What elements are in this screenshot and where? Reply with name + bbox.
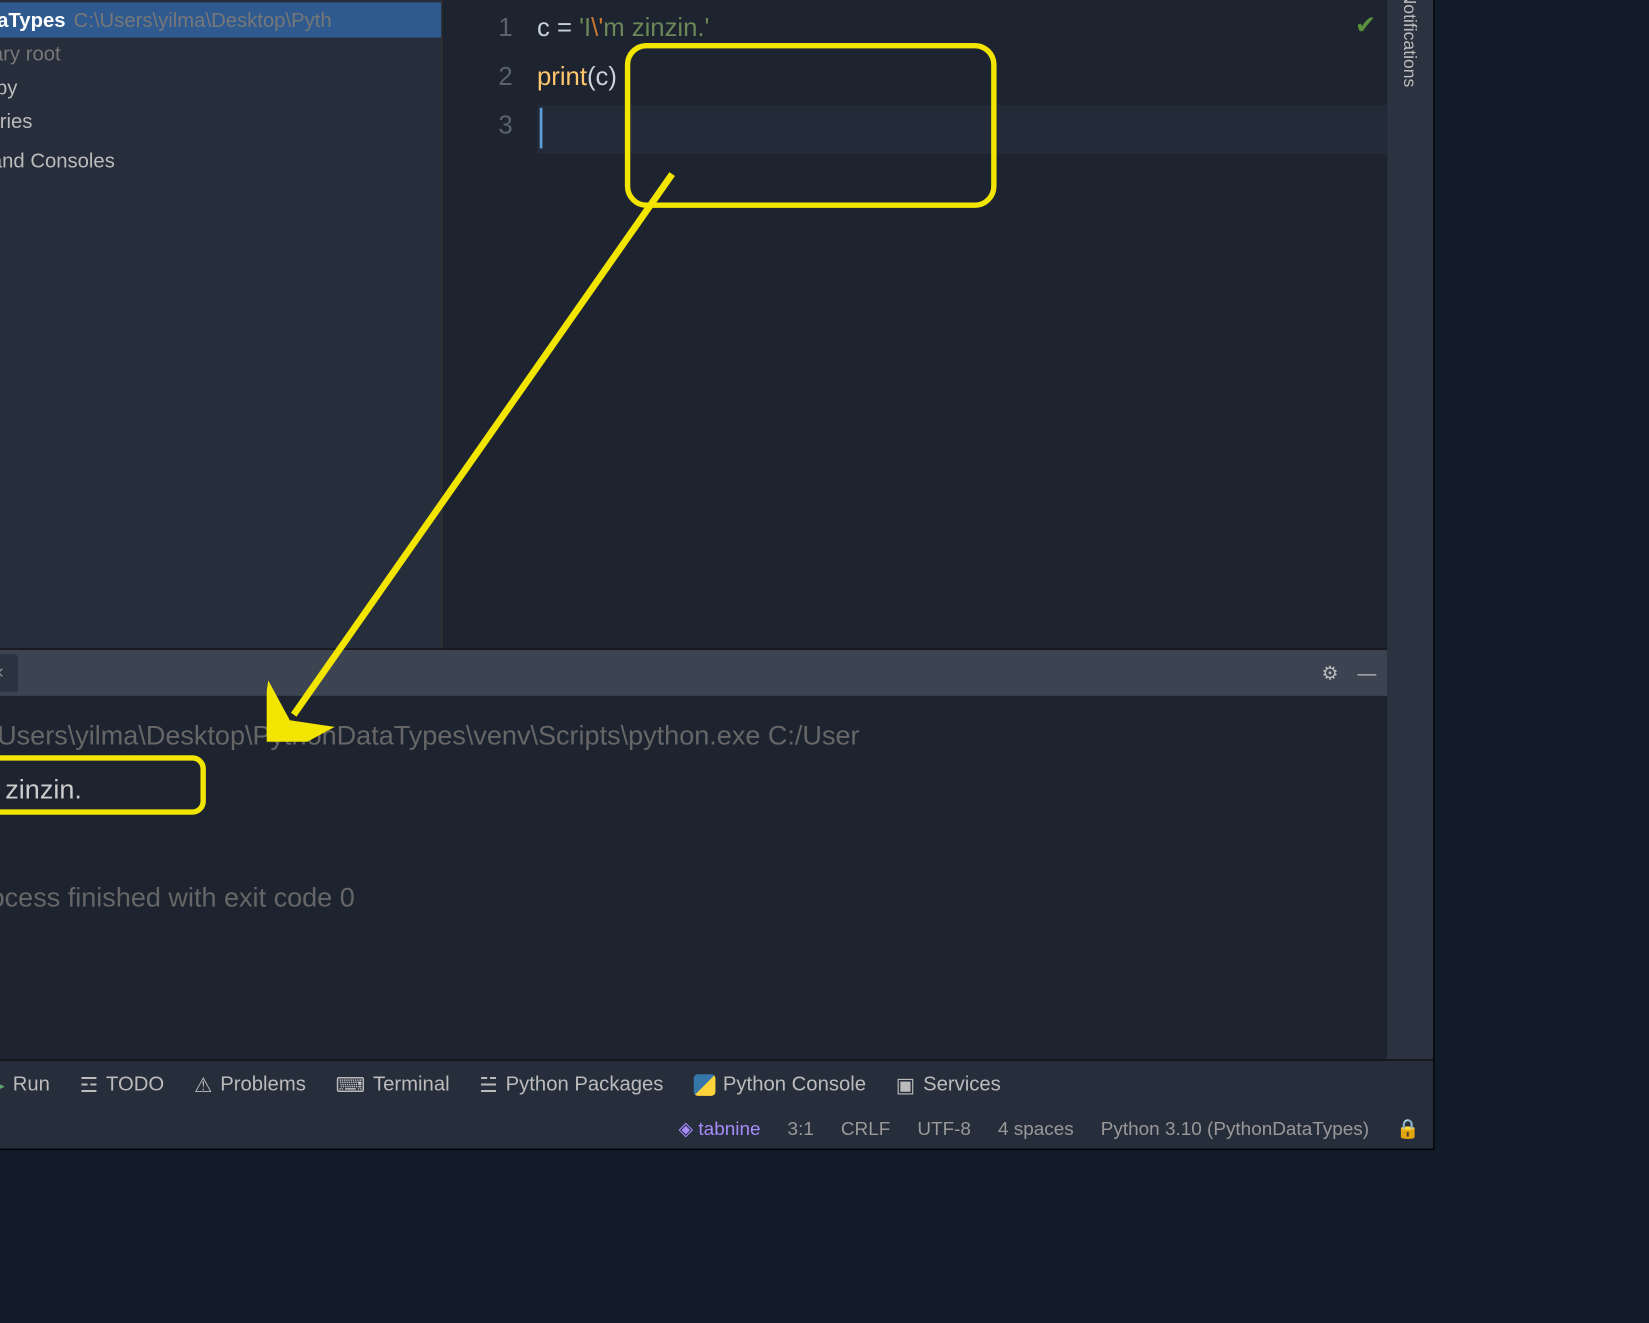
current-line-highlight <box>537 105 1387 154</box>
play-icon: ▶ <box>0 1072 5 1096</box>
line-number[interactable]: 1 <box>442 5 512 54</box>
bottom-tool-bar: ᚶVersion Control ▶Run ☲TODO ⚠Problems ⌨T… <box>0 1059 1433 1108</box>
tree-external-libraries[interactable]: ⫼ External Libraries <box>0 105 441 139</box>
project-tool-window: ▭ Project ⊕ ≡ ≑ ⚙ — ⌄ <box>0 0 441 648</box>
warning-icon: ⚠ <box>194 1072 212 1096</box>
terminal-icon: ⌨ <box>336 1072 365 1096</box>
status-bar: ◫ ◈ tabnine 3:1 CRLF UTF-8 4 spaces Pyth… <box>0 1108 1433 1149</box>
line-separator[interactable]: CRLF <box>841 1117 890 1139</box>
code-line-2[interactable]: print(c) <box>537 54 1387 103</box>
gutter[interactable]: 1 2 3 <box>442 0 537 648</box>
code-editor[interactable]: 1 2 3 c = 'I\'m zinzin.' print(c) <box>441 0 1387 648</box>
tree-venv-node[interactable]: venv library root <box>0 38 441 72</box>
indent-settings[interactable]: 4 spaces <box>998 1117 1074 1139</box>
notifications-tool-tab[interactable]: Notifications <box>1400 0 1420 98</box>
todo-tool[interactable]: ☲TODO <box>80 1072 164 1096</box>
run-settings-icon[interactable]: ⚙ <box>1322 661 1339 684</box>
python-icon <box>693 1074 715 1096</box>
caret-position[interactable]: 3:1 <box>788 1117 814 1139</box>
inspection-ok-icon[interactable]: ✔ <box>1355 11 1377 42</box>
caret <box>540 108 543 149</box>
console-cmd-line: C:\Users\yilma\Desktop\PythonDataTypes\v… <box>0 709 1371 763</box>
venv-hint: library root <box>0 43 61 66</box>
run-tool-window: Run: main ✕ ⚙ — ▶ 🔧 ■ <box>0 648 1387 1059</box>
tree-file-node[interactable]: main.py <box>0 71 441 105</box>
tabnine-widget[interactable]: ◈ tabnine <box>678 1117 760 1140</box>
editor-area: main.py ✕ ⋮ 1 2 3 <box>441 0 1387 648</box>
console-output[interactable]: C:\Users\yilma\Desktop\PythonDataTypes\v… <box>0 696 1387 1060</box>
console-exit-line: Process finished with exit code 0 <box>0 872 1371 926</box>
run-tab-main[interactable]: main ✕ <box>0 654 18 692</box>
hide-run-panel-icon[interactable]: — <box>1357 661 1376 684</box>
line-number[interactable]: 3 <box>442 102 512 151</box>
lock-icon[interactable]: 🔒 <box>1396 1117 1420 1140</box>
code-line-1[interactable]: c = 'I\'m zinzin.' <box>537 5 1387 54</box>
services-icon: ▣ <box>896 1072 915 1096</box>
list-icon: ☲ <box>80 1072 98 1096</box>
python-packages-tool[interactable]: ☱Python Packages <box>479 1072 663 1096</box>
right-tool-strip: 🔔 Notifications <box>1387 0 1433 1059</box>
run-tab-bar: Run: main ✕ ⚙ — <box>0 650 1387 696</box>
python-console-tool[interactable]: Python Console <box>693 1073 866 1096</box>
project-tree[interactable]: ⌄ PythonDataTypes C:\Users\yilma\Desktop… <box>0 0 441 648</box>
code-content[interactable]: c = 'I\'m zinzin.' print(c) <box>537 0 1387 648</box>
problems-tool[interactable]: ⚠Problems <box>194 1072 306 1096</box>
file-encoding[interactable]: UTF-8 <box>917 1117 971 1139</box>
file-label: main.py <box>0 77 17 100</box>
run-tool[interactable]: ▶Run <box>0 1072 50 1096</box>
project-root-label: PythonDataTypes <box>0 9 66 32</box>
terminal-tool[interactable]: ⌨Terminal <box>336 1072 450 1096</box>
console-stdout: I'm zinzin. <box>0 763 1371 817</box>
tree-scratches[interactable]: 🗎 Scratches and Consoles <box>0 139 441 184</box>
tree-root-node[interactable]: ⌄ PythonDataTypes C:\Users\yilma\Desktop… <box>0 2 441 37</box>
line-number[interactable]: 2 <box>442 54 512 103</box>
close-tab-icon[interactable]: ✕ <box>0 664 5 682</box>
project-root-path: C:\Users\yilma\Desktop\Pyth <box>74 9 332 32</box>
services-tool[interactable]: ▣Services <box>896 1072 1001 1096</box>
packages-icon: ☱ <box>479 1072 497 1096</box>
interpreter-widget[interactable]: Python 3.10 (PythonDataTypes) <box>1101 1117 1369 1139</box>
external-libraries-label: External Libraries <box>0 111 32 134</box>
scratches-label: Scratches and Consoles <box>0 150 115 173</box>
